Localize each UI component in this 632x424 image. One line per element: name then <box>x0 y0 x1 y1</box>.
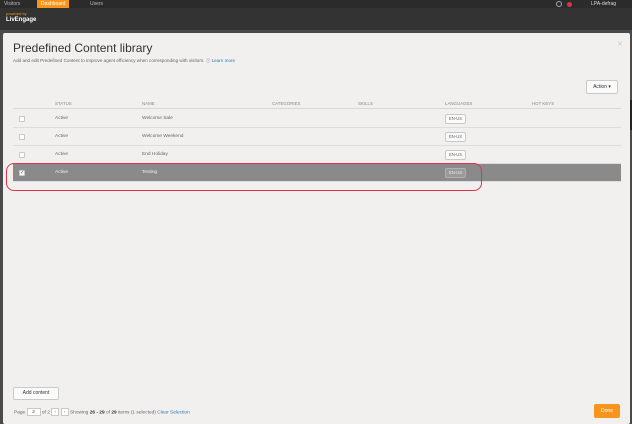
help-icon[interactable] <box>556 1 562 7</box>
language-badge: EN-US <box>445 150 467 160</box>
column-hot-keys[interactable]: HOT KEYS <box>532 99 554 109</box>
row-name[interactable]: Welcome Sale <box>142 110 173 128</box>
row-name[interactable]: Welcome Weekend <box>142 128 183 146</box>
tab-users[interactable]: Users <box>90 0 103 8</box>
row-checkbox[interactable] <box>19 152 25 158</box>
page-label: Page <box>14 410 26 416</box>
modal-title: Predefined Content library <box>13 41 153 55</box>
next-page-icon[interactable]: › <box>60 408 69 416</box>
column-languages[interactable]: LANGUAGES <box>445 99 472 109</box>
tab-visitors[interactable]: Visitors <box>4 0 20 8</box>
brand-tagline: powered by <box>6 11 27 16</box>
items-suffix: items (1 selected) <box>118 410 156 416</box>
modal-subtitle: Add and edit Predefined Content to impro… <box>13 58 235 64</box>
add-content-button[interactable]: Add content <box>13 387 59 400</box>
row-name[interactable]: End Holiday <box>142 146 168 164</box>
selection-highlight-annotation <box>6 163 482 191</box>
column-skills[interactable]: SKILLS <box>358 99 373 109</box>
total-pages: 2 <box>47 410 50 416</box>
column-categories[interactable]: CATEGORIES <box>272 99 300 109</box>
of-label: of <box>41 410 46 416</box>
tab-dashboard[interactable]: Dashboard <box>37 0 70 8</box>
table-row[interactable]: Active Welcome Sale EN-US <box>13 110 621 128</box>
subtitle-text: Add and edit Predefined Content to impro… <box>13 58 205 63</box>
user-menu[interactable]: LPA-defrag <box>591 0 616 8</box>
of-items-label: of <box>105 410 110 416</box>
language-badge: EN-US <box>445 114 467 124</box>
learn-more-link[interactable]: Learn more <box>212 58 236 63</box>
prev-page-icon[interactable]: ‹ <box>51 408 60 416</box>
table-header: STATUS NAME CATEGORIES SKILLS LANGUAGES … <box>13 99 621 109</box>
page-number-input[interactable]: 2 <box>26 408 41 416</box>
row-status: Active <box>55 134 69 139</box>
showing-range: 26 - 29 <box>89 410 105 416</box>
table-row[interactable]: Active Welcome Weekend EN-US <box>13 128 621 146</box>
total-items: 29 <box>111 410 117 416</box>
info-icon: ⓘ <box>205 58 211 63</box>
content-library-modal: × Predefined Content library Add and edi… <box>3 33 630 424</box>
column-status[interactable]: STATUS <box>55 99 72 109</box>
top-nav: Visitors Dashboard Users LPA-defrag <box>0 0 632 8</box>
close-icon[interactable]: × <box>617 40 623 50</box>
pagination: Page 2 of 2 ‹ › Showing 26 - 29 of 29 it… <box>14 408 190 418</box>
brand-bar: powered by LivEngage <box>0 8 632 30</box>
column-name[interactable]: NAME <box>142 99 155 109</box>
row-status: Active <box>55 116 69 121</box>
user-status-icon <box>567 2 572 7</box>
action-dropdown[interactable]: Action ▾ <box>586 80 618 94</box>
row-status: Active <box>55 152 69 157</box>
showing-label: Showing <box>69 410 89 416</box>
row-checkbox[interactable] <box>19 134 25 140</box>
table-row[interactable]: Active End Holiday EN-US <box>13 146 621 164</box>
row-checkbox[interactable] <box>19 116 25 122</box>
language-badge: EN-US <box>445 132 467 142</box>
clear-selection-link[interactable]: Clear Selection <box>157 410 190 415</box>
brand-logo: LivEngage <box>6 17 37 23</box>
done-button[interactable]: Done <box>594 404 620 418</box>
